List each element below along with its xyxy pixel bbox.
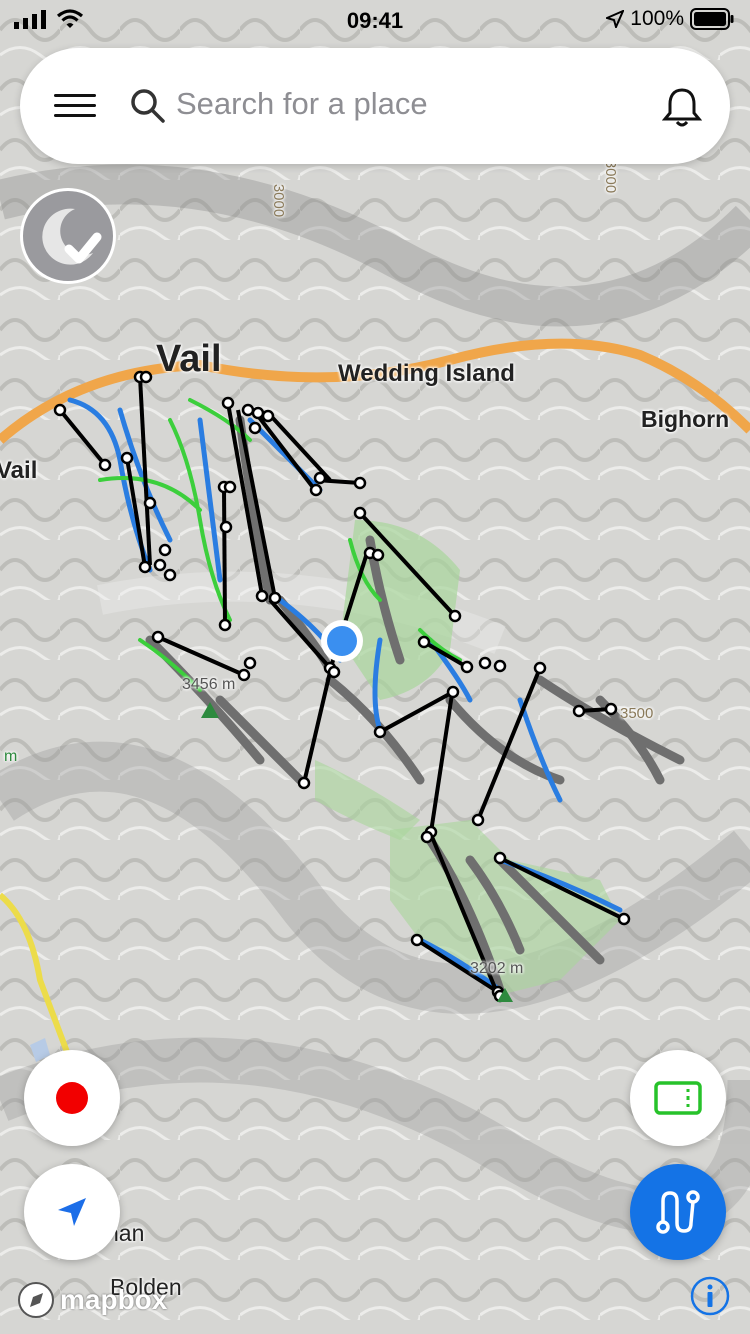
map-label-vail-west: Vail xyxy=(0,457,38,484)
navigation-arrow-icon xyxy=(58,1198,86,1226)
current-location-core xyxy=(327,626,357,656)
battery-icon xyxy=(690,8,734,30)
bell-icon[interactable] xyxy=(662,86,702,128)
info-icon[interactable] xyxy=(690,1276,730,1316)
search-bar[interactable]: Search for a place xyxy=(20,48,730,164)
status-bar: 09:41 100% xyxy=(0,0,750,40)
search-icon xyxy=(131,89,165,123)
map-label-wedding-island: Wedding Island xyxy=(338,360,515,387)
map-label-vail: Vail xyxy=(156,338,222,380)
mapbox-attribution[interactable]: mapbox xyxy=(16,1280,167,1320)
map-label-edge: m xyxy=(4,748,18,765)
location-arrow-icon xyxy=(606,10,625,28)
lift-ticket-button[interactable] xyxy=(630,1050,726,1146)
contour-label: 3000 xyxy=(602,159,620,194)
route-icon xyxy=(656,1190,700,1234)
contour-label: 3000 xyxy=(270,183,288,218)
mapbox-text: mapbox xyxy=(60,1284,168,1315)
night-mode-button[interactable] xyxy=(20,188,116,284)
route-button[interactable] xyxy=(630,1164,726,1260)
lift-ticket-icon xyxy=(654,1081,702,1115)
battery-percent: 100% xyxy=(630,7,684,30)
contour-label: 3500 xyxy=(620,705,654,722)
hamburger-menu-icon[interactable] xyxy=(54,94,96,118)
locate-button[interactable] xyxy=(24,1164,120,1260)
map-label-peak-1: 3456 m xyxy=(182,676,236,693)
status-right: 100% xyxy=(606,7,734,31)
map-label-peak-2: 3202 m xyxy=(470,960,524,977)
search-input[interactable]: Search for a place xyxy=(176,86,428,122)
record-button[interactable] xyxy=(24,1050,120,1146)
map-label-bighorn: Bighorn xyxy=(641,406,730,432)
record-icon xyxy=(56,1082,88,1114)
mapbox-logo-icon xyxy=(18,1282,54,1318)
moon-check-icon xyxy=(42,208,102,265)
